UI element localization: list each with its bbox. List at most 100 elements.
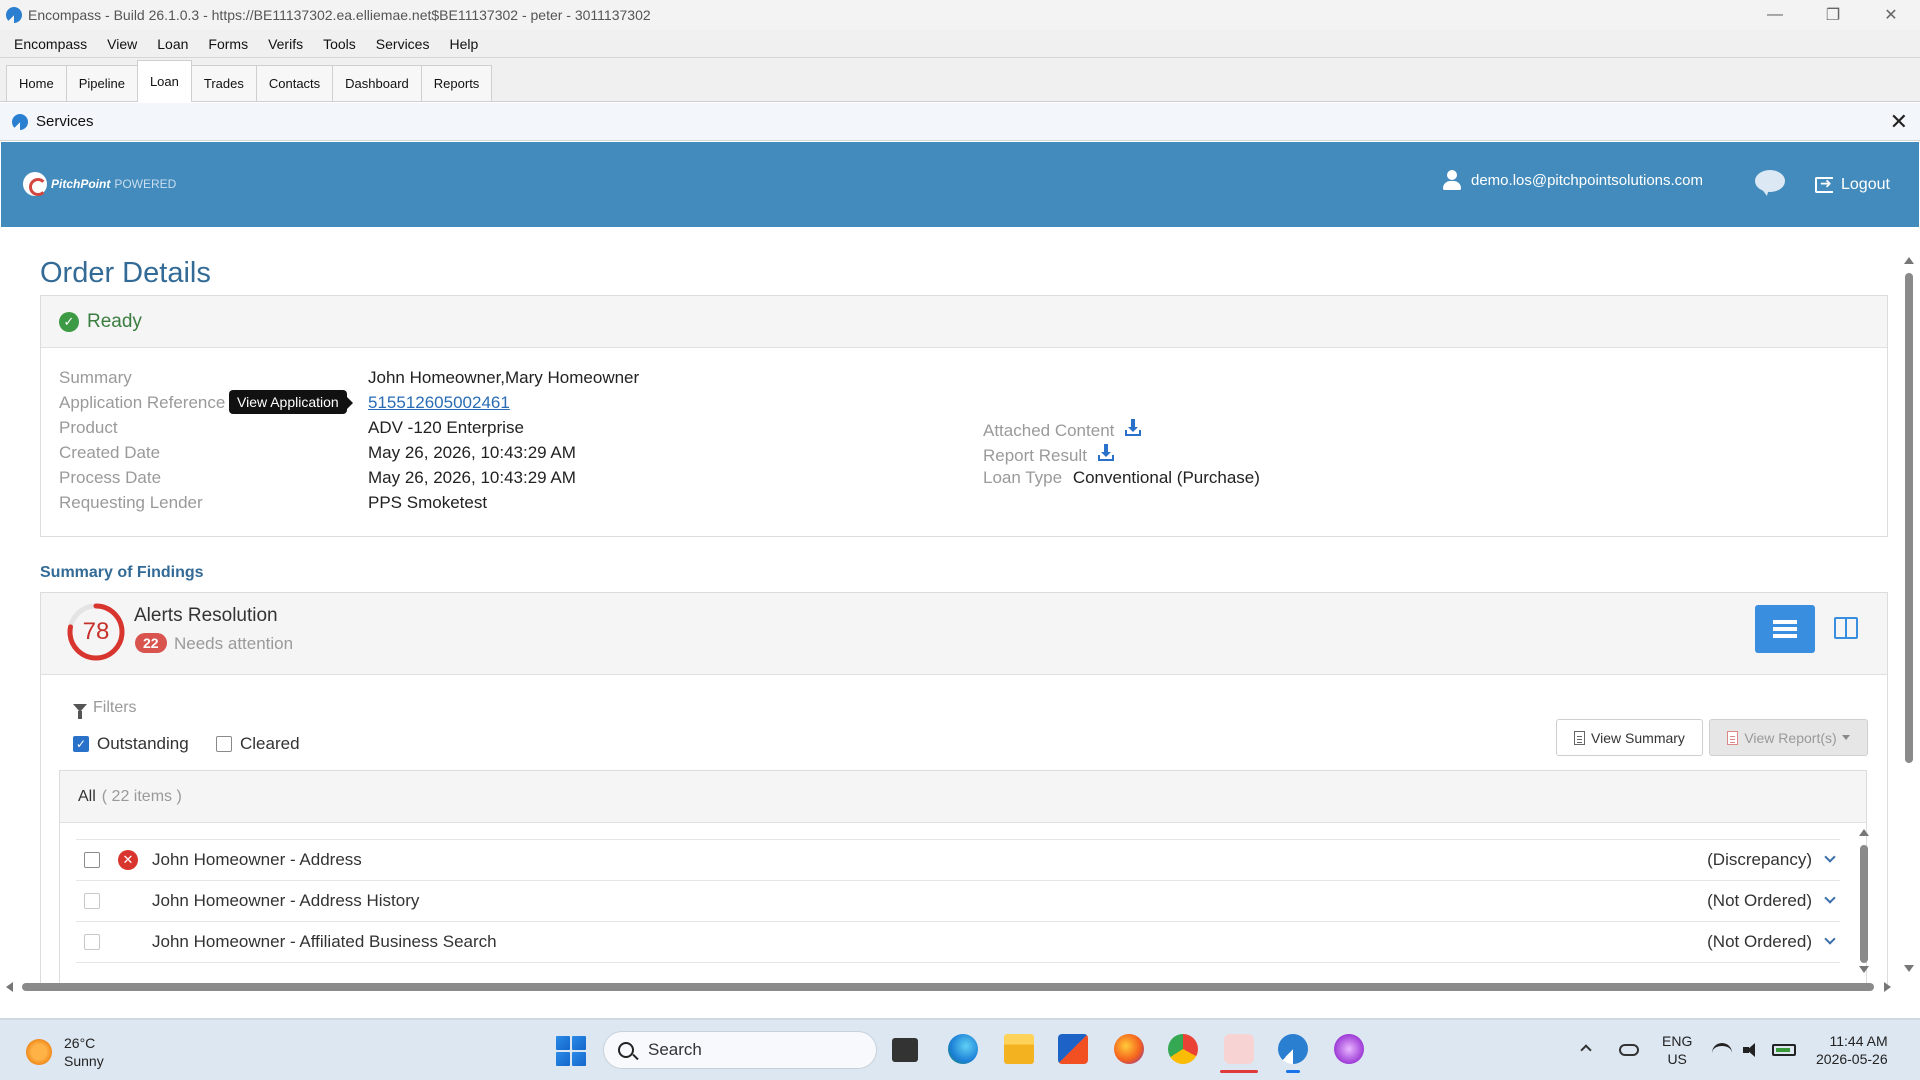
row-checkbox[interactable] (84, 852, 100, 868)
chrome-icon[interactable] (1168, 1034, 1198, 1064)
download-icon[interactable] (1123, 418, 1143, 438)
column-view-icon[interactable] (1834, 617, 1858, 639)
logout-icon (1815, 175, 1833, 193)
restore-button[interactable]: ❐ (1804, 0, 1862, 30)
list-item-count: ( 22 items ) (101, 787, 182, 805)
language-indicator[interactable]: ENG US (1662, 1020, 1692, 1080)
filter-outstanding[interactable]: ✓ Outstanding (73, 734, 189, 754)
app-icon[interactable] (1334, 1034, 1364, 1064)
slack-icon[interactable] (1220, 1034, 1258, 1073)
outstanding-checkbox[interactable]: ✓ (73, 736, 89, 752)
tab-pipeline[interactable]: Pipeline (65, 65, 138, 101)
order-status-panel: ✓ Ready Summary John Homeowner,Mary Home… (40, 295, 1888, 537)
window-title: Encompass - Build 26.1.0.3 - https://BE1… (28, 7, 651, 23)
findings-panel: 78 Alerts Resolution 22 Needs attention … (40, 592, 1888, 987)
task-view-icon[interactable] (892, 1038, 918, 1062)
list-item-partial (76, 962, 1840, 972)
services-close-button[interactable]: ✕ (1890, 109, 1908, 135)
list-view-button[interactable] (1755, 605, 1815, 653)
menu-loan[interactable]: Loan (147, 36, 198, 52)
list-vertical-scrollbar[interactable] (1858, 829, 1870, 975)
scroll-up-icon[interactable] (1859, 829, 1869, 836)
menu-services[interactable]: Services (366, 36, 440, 52)
chevron-down-icon[interactable] (1824, 851, 1836, 863)
list-item[interactable]: John Homeowner - Affiliated Business Sea… (76, 921, 1840, 962)
list-icon (1773, 620, 1797, 638)
menu-help[interactable]: Help (439, 36, 488, 52)
scroll-up-icon[interactable] (1904, 257, 1914, 264)
tab-trades[interactable]: Trades (190, 65, 257, 101)
item-status: (Not Ordered) (1707, 891, 1812, 910)
clock[interactable]: 11:44 AM 2026-05-26 (1816, 1020, 1888, 1080)
item-name: John Homeowner - Address History (152, 891, 420, 910)
onedrive-icon-wrap[interactable] (1619, 1020, 1639, 1080)
filters: Filters (73, 699, 137, 719)
requesting-lender-label: Requesting Lender (59, 493, 203, 512)
list-scroll-thumb[interactable] (1860, 845, 1868, 963)
row-checkbox[interactable] (84, 934, 100, 950)
page-vertical-scrollbar[interactable] (1900, 255, 1918, 985)
page-scroll-thumb[interactable] (1905, 273, 1913, 763)
minimize-button[interactable]: — (1746, 0, 1804, 30)
attached-content[interactable]: Attached Content (983, 418, 1143, 441)
tray-overflow-chevron[interactable] (1580, 1020, 1592, 1080)
view-reports-button[interactable]: View Report(s) (1709, 719, 1868, 756)
scroll-down-icon[interactable] (1904, 965, 1914, 972)
scroll-right-icon[interactable] (1884, 982, 1891, 992)
order-content: Order Details ✓ Ready Summary John Homeo… (1, 227, 1901, 987)
menu-encompass[interactable]: Encompass (4, 36, 97, 52)
user-account[interactable]: demo.los@pitchpointsolutions.com (1443, 170, 1703, 190)
sun-icon (26, 1039, 52, 1065)
scroll-left-icon[interactable] (6, 982, 13, 992)
chevron-down-icon[interactable] (1824, 892, 1836, 904)
weather-widget[interactable]: 26°C Sunny (26, 1034, 104, 1070)
filter-cleared[interactable]: Cleared (216, 734, 300, 754)
scroll-down-icon[interactable] (1859, 966, 1869, 973)
tab-dashboard[interactable]: Dashboard (332, 65, 422, 101)
menu-tools[interactable]: Tools (313, 36, 366, 52)
menu-verifs[interactable]: Verifs (258, 36, 313, 52)
chat-bubble-icon[interactable] (1755, 170, 1785, 196)
cloud-icon (1619, 1044, 1639, 1056)
encompass-taskbar-icon[interactable] (1278, 1034, 1308, 1073)
page-horizontal-scrollbar[interactable] (4, 980, 1900, 994)
horizontal-scroll-thumb[interactable] (22, 983, 1874, 991)
cleared-checkbox[interactable] (216, 736, 232, 752)
view-summary-button[interactable]: View Summary (1556, 719, 1703, 756)
tab-contacts[interactable]: Contacts (255, 65, 334, 101)
app-reference-label: Application Reference (59, 393, 226, 412)
app-reference-link[interactable]: 515512605002461 (368, 393, 510, 413)
firefox-icon[interactable] (1114, 1034, 1144, 1064)
services-panel-header: Services ✕ (0, 103, 1920, 141)
status-header: ✓ Ready (41, 296, 1887, 348)
ms-store-icon[interactable] (1058, 1034, 1088, 1064)
menu-forms[interactable]: Forms (198, 36, 258, 52)
report-result[interactable]: Report Result (983, 443, 1116, 466)
logout-button[interactable]: Logout (1815, 175, 1890, 194)
download-icon[interactable] (1096, 443, 1116, 463)
menu-view[interactable]: View (97, 36, 147, 52)
requesting-lender-value: PPS Smoketest (368, 493, 488, 512)
pitchpoint-header: PitchPoint POWERED demo.los@pitchpointso… (1, 142, 1919, 227)
windows-start-icon[interactable] (556, 1036, 586, 1066)
volume-icon (1743, 1043, 1761, 1057)
taskbar-search[interactable]: Search (603, 1031, 877, 1069)
file-explorer-icon[interactable] (1004, 1034, 1034, 1064)
row-checkbox[interactable] (84, 893, 100, 909)
list-item[interactable]: ✕ John Homeowner - Address (Discrepancy) (76, 839, 1840, 880)
view-application-tooltip: View Application (229, 390, 353, 414)
volume-icon-wrap[interactable] (1743, 1020, 1761, 1080)
tab-home[interactable]: Home (6, 65, 67, 101)
wifi-icon-wrap[interactable] (1712, 1020, 1732, 1080)
close-window-button[interactable]: ✕ (1862, 0, 1920, 30)
caret-down-icon (1841, 735, 1850, 740)
pdf-icon (1727, 730, 1739, 745)
battery-icon-wrap[interactable] (1772, 1020, 1796, 1080)
tab-reports[interactable]: Reports (420, 65, 493, 101)
product-label: Product (59, 418, 118, 437)
list-item[interactable]: John Homeowner - Address History (Not Or… (76, 880, 1840, 921)
chevron-down-icon[interactable] (1824, 933, 1836, 945)
region-code: US (1667, 1051, 1687, 1067)
edge-browser-icon[interactable] (948, 1034, 978, 1064)
tab-loan[interactable]: Loan (136, 60, 192, 102)
